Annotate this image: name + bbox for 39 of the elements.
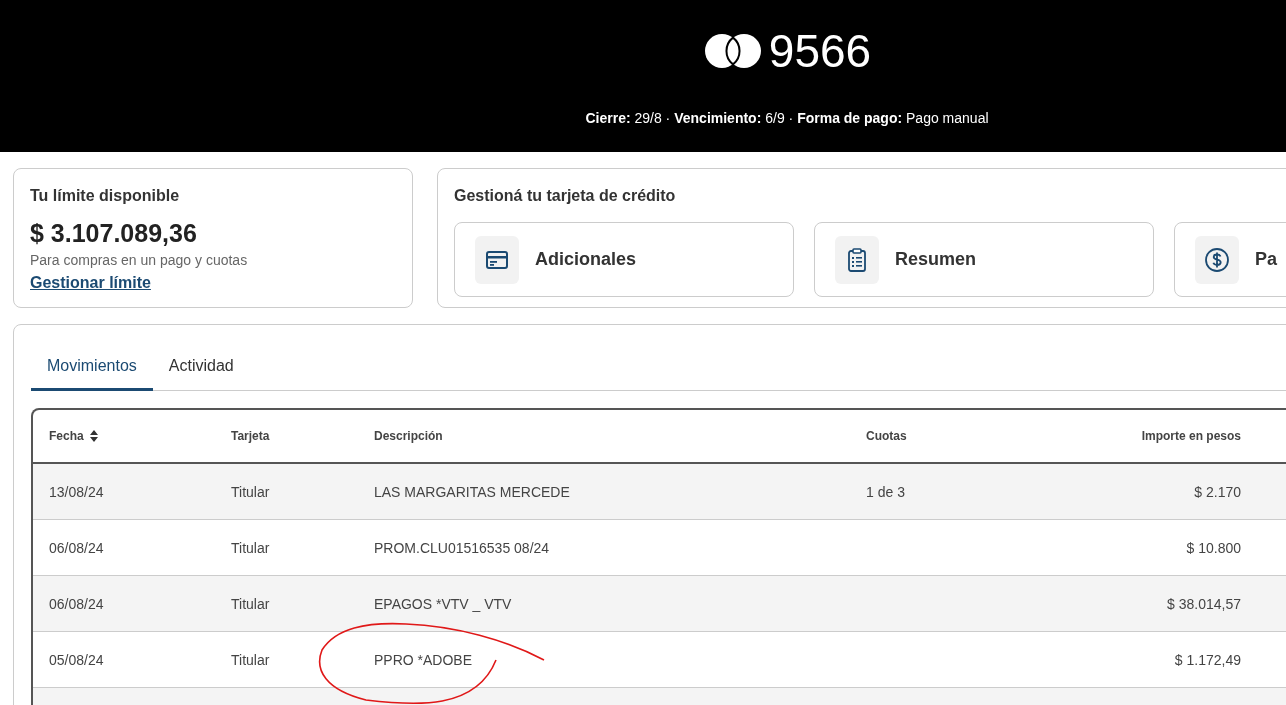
dollar-circle-icon xyxy=(1204,246,1230,273)
billing-details: Cierre: 29/8 · Vencimiento: 6/9 · Forma de pago: Pago manual xyxy=(585,110,989,126)
card-title: Gestioná tu tarjeta de crédito xyxy=(454,187,677,205)
column-header[interactable]: Fecha xyxy=(49,429,84,443)
table-cell: $ 1.172,49 xyxy=(1174,651,1241,668)
table-cell: $ 2.170 xyxy=(1194,483,1241,500)
manage-limit-link[interactable]: Gestionar límite xyxy=(30,274,151,292)
table-cell: PROM.CLU01516535 08/24 xyxy=(374,539,550,556)
table-cell: 06/08/24 xyxy=(49,595,104,612)
sort-icon[interactable] xyxy=(89,430,98,442)
column-header: Descripción xyxy=(374,429,443,443)
table-cell: 06/08/24 xyxy=(49,539,104,556)
table-cell: 13/08/24 xyxy=(49,483,104,500)
column-header: Tarjeta xyxy=(231,429,270,443)
card-number: 9566 xyxy=(768,28,872,74)
table-cell: Titular xyxy=(231,483,270,500)
table-cell: 1 de 3 xyxy=(866,483,905,500)
table-cell: $ 10.800 xyxy=(1186,539,1241,556)
column-header: Importe en pesos xyxy=(1141,429,1241,443)
table-cell: EPAGOS *VTV _ VTV xyxy=(374,595,512,612)
action-button[interactable]: Pa xyxy=(1174,222,1286,297)
table-cell: $ 38.014,57 xyxy=(1167,595,1241,612)
card-brand-logo xyxy=(702,32,763,70)
action-button[interactable]: Resumen xyxy=(814,222,1154,297)
table-cell: Titular xyxy=(231,539,270,556)
table-cell: PPRO *ADOBE xyxy=(374,651,473,668)
available-amount: $ 3.107.089,36 xyxy=(30,219,198,248)
column-header: Cuotas xyxy=(866,429,907,443)
tab[interactable]: Movimientos xyxy=(31,349,153,391)
action-button[interactable]: Adicionales xyxy=(454,222,794,297)
table-cell: Titular xyxy=(231,651,270,668)
table-cell: LAS MARGARITAS MERCEDE xyxy=(374,483,570,500)
tab[interactable]: Actividad xyxy=(152,349,250,391)
credit-card-icon xyxy=(485,248,509,271)
amount-note: Para compras en un pago y cuotas xyxy=(30,252,249,268)
table-cell: 05/08/24 xyxy=(49,651,104,668)
card-title: Tu límite disponible xyxy=(30,187,181,205)
table-cell: Titular xyxy=(231,595,270,612)
clipboard-list-icon xyxy=(846,246,868,273)
